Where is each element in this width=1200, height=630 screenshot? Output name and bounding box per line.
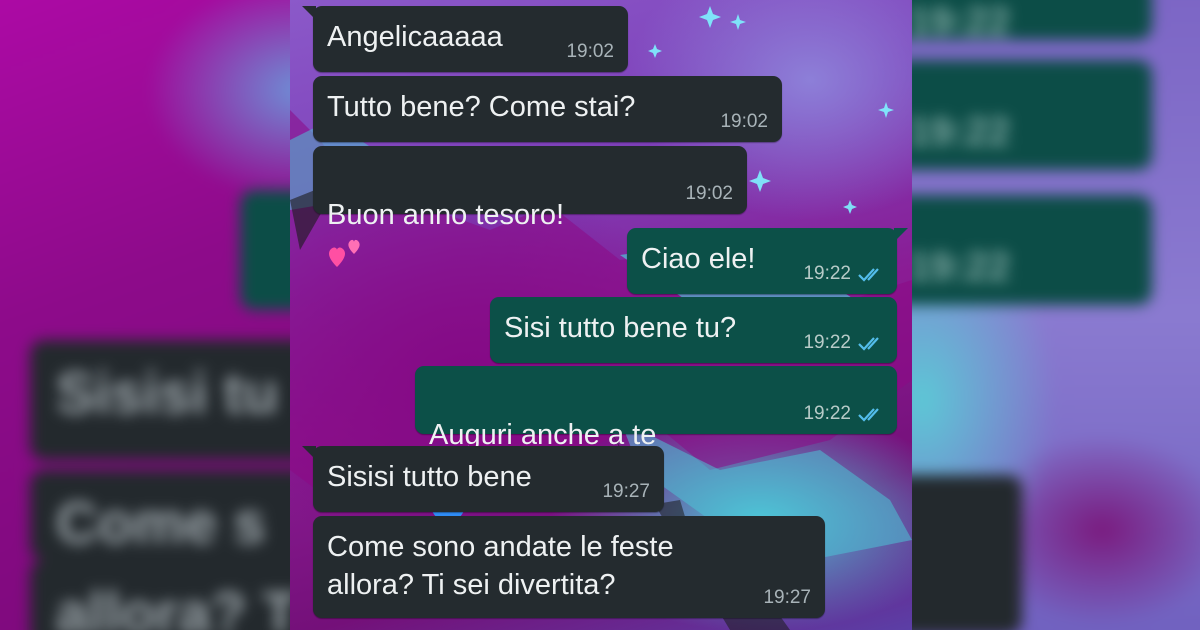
message-text: Come sono andate le feste allora? Ti sei…: [327, 531, 674, 601]
blurred-outgoing-bubble: [240, 190, 290, 310]
message-bubble-outgoing[interactable]: Ciao ele! 19:22: [627, 228, 908, 294]
message-text: Sisi tutto bene tu?: [504, 312, 737, 344]
bubble-tail: [894, 228, 908, 242]
bubble-tail: [302, 446, 316, 460]
blurred-message-1: Sisisi tu: [30, 340, 290, 460]
message-time: 19:27: [602, 481, 650, 502]
two-hearts-icon: [329, 240, 360, 268]
read-receipt-icon: [858, 408, 879, 422]
message-bubble-outgoing[interactable]: Auguri anche a te 19:22: [415, 366, 897, 528]
blurred-background-left: Sisisi tu Come s allora? T: [0, 0, 290, 630]
message-time: 19:22: [803, 263, 851, 284]
message-text: Sisisi tutto bene: [327, 461, 532, 493]
message-bubble-incoming[interactable]: Come sono andate le feste allora? Ti sei…: [313, 516, 825, 618]
message-text: Angelicaaaaa: [327, 21, 503, 53]
message-text: Tutto bene? Come stai?: [327, 91, 636, 123]
message-text: Buon anno tesoro!: [327, 158, 564, 272]
message-text: Ciao ele!: [641, 243, 756, 275]
message-time: 19:02: [685, 183, 733, 204]
bubble-tail: [302, 6, 316, 20]
message-time: 19:02: [566, 41, 614, 62]
chat-conversation[interactable]: Angelicaaaaa 19:02 Tutto bene? Come stai…: [290, 0, 912, 630]
blurred-time-1: 19:22: [912, 0, 1152, 44]
blurred-message-2: Come s: [30, 470, 290, 560]
message-bubble-incoming[interactable]: Angelicaaaaa 19:02: [302, 6, 628, 72]
blurred-time-3: 19:22: [912, 195, 1152, 305]
message-time: 19:27: [763, 587, 811, 608]
blurred-message-3: allora? T: [30, 560, 290, 630]
blurred-background-right: 19:22 19:22 19:22: [912, 0, 1200, 630]
message-bubble-incoming[interactable]: Buon anno tesoro! 19:02: [313, 146, 747, 268]
message-time: 19:22: [803, 332, 851, 353]
message-time: 19:22: [803, 403, 851, 424]
message-bubble-incoming[interactable]: Sisisi tutto bene 19:27: [302, 446, 664, 512]
blurred-incoming-bubble: [912, 475, 1022, 630]
blurred-time-2: 19:22: [912, 60, 1152, 170]
read-receipt-icon: [858, 268, 879, 282]
read-receipt-icon: [858, 337, 879, 351]
message-time: 19:02: [720, 111, 768, 132]
message-bubble-incoming[interactable]: Tutto bene? Come stai? 19:02: [313, 76, 782, 142]
message-bubble-outgoing[interactable]: Sisi tutto bene tu? 19:22: [490, 297, 897, 363]
